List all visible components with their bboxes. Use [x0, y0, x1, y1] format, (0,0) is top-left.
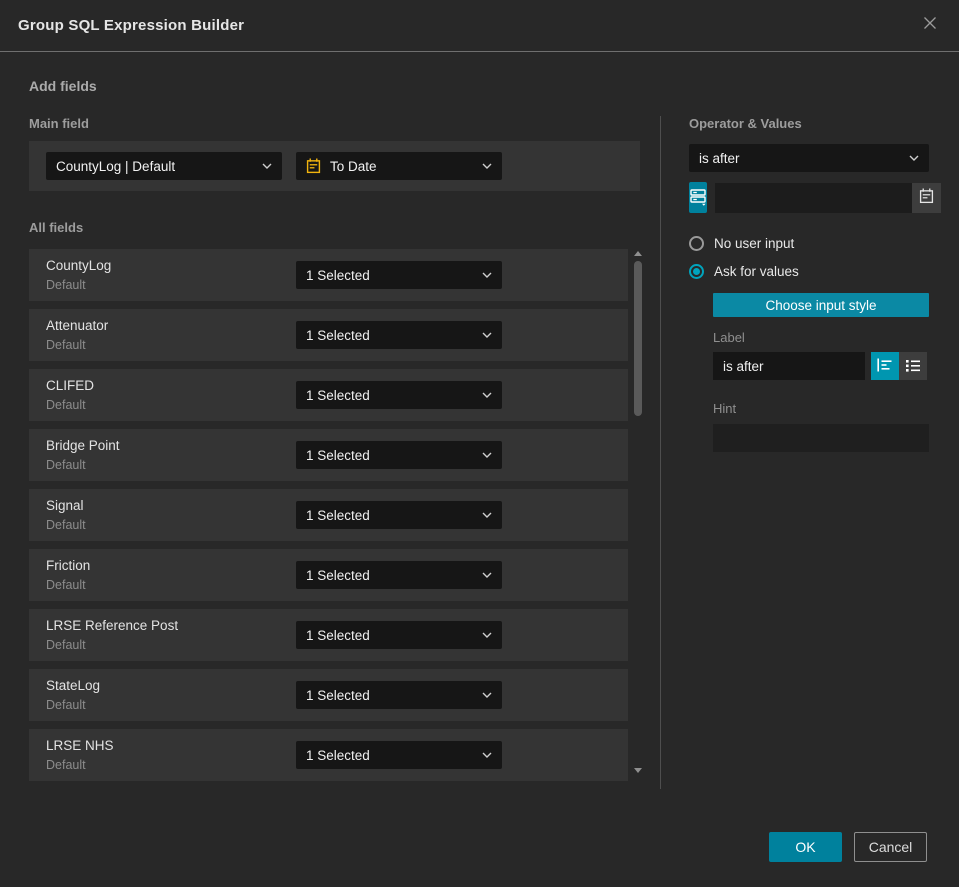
chevron-down-icon: [482, 163, 492, 169]
selected-count: 1 Selected: [306, 687, 370, 703]
field-selected-dropdown[interactable]: 1 Selected: [296, 381, 502, 409]
selected-count: 1 Selected: [306, 567, 370, 583]
input-style-toggle: [871, 352, 927, 380]
all-fields-label: All fields: [29, 220, 84, 235]
radio-no-user-input-label: No user input: [714, 236, 795, 251]
list-values-icon: [905, 358, 921, 375]
field-selected-dropdown[interactable]: 1 Selected: [296, 441, 502, 469]
main-field-label: Main field: [29, 116, 89, 131]
radio-ask-for-values-label: Ask for values: [714, 264, 799, 279]
set-values-icon: [689, 187, 707, 209]
field-row: Friction Default 1 Selected: [29, 549, 628, 601]
field-row: Attenuator Default 1 Selected: [29, 309, 628, 361]
scroll-down-arrow[interactable]: [634, 768, 642, 773]
scroll-up-arrow[interactable]: [634, 251, 642, 256]
radio-unselected-icon: [689, 236, 704, 251]
value-input[interactable]: [715, 182, 912, 213]
single-line-style-button[interactable]: [871, 352, 899, 380]
selected-count: 1 Selected: [306, 327, 370, 343]
ask-values-options: Choose input style Label is after Hint: [713, 292, 929, 452]
date-picker-button[interactable]: [912, 182, 941, 213]
field-row: LRSE Reference Post Default 1 Selected: [29, 609, 628, 661]
set-values-button[interactable]: [689, 182, 707, 213]
field-selected-dropdown[interactable]: 1 Selected: [296, 261, 502, 289]
list-scrollbar[interactable]: [632, 251, 644, 773]
pane-divider: [660, 116, 661, 789]
hint-input[interactable]: [713, 424, 929, 452]
operator-dropdown-value: is after: [699, 150, 740, 166]
selected-count: 1 Selected: [306, 627, 370, 643]
dialog-header: Group SQL Expression Builder: [0, 0, 959, 52]
chevron-down-icon: [482, 272, 492, 278]
chevron-down-icon: [482, 452, 492, 458]
chevron-down-icon: [482, 752, 492, 758]
scrollbar-thumb[interactable]: [634, 261, 642, 416]
main-field-dropdown-value: CountyLog | Default: [56, 158, 176, 174]
operator-values-heading: Operator & Values: [689, 116, 802, 131]
field-selected-dropdown[interactable]: 1 Selected: [296, 501, 502, 529]
field-selected-dropdown[interactable]: 1 Selected: [296, 561, 502, 589]
field-selected-dropdown[interactable]: 1 Selected: [296, 741, 502, 769]
operator-values-pane: Operator & Values is after No user input…: [689, 116, 941, 789]
radio-selected-icon: [689, 264, 704, 279]
field-selected-dropdown[interactable]: 1 Selected: [296, 681, 502, 709]
chevron-down-icon: [482, 332, 492, 338]
all-fields-list: CountyLog Default 1 Selected Attenuator …: [29, 249, 628, 781]
field-selected-dropdown[interactable]: 1 Selected: [296, 321, 502, 349]
label-input[interactable]: [713, 352, 865, 380]
chevron-down-icon: [482, 392, 492, 398]
chevron-down-icon: [262, 163, 272, 169]
date-field-dropdown[interactable]: To Date: [296, 152, 502, 180]
value-input-row: [689, 182, 941, 213]
close-icon: [922, 15, 938, 36]
selected-count: 1 Selected: [306, 267, 370, 283]
close-button[interactable]: [917, 13, 943, 39]
all-fields-list-wrap: CountyLog Default 1 Selected Attenuator …: [29, 249, 644, 781]
main-field-panel: CountyLog | Default To Date: [29, 141, 640, 191]
chevron-down-icon: [909, 155, 919, 161]
chevron-down-icon: [482, 692, 492, 698]
chevron-down-icon: [482, 572, 492, 578]
selected-count: 1 Selected: [306, 747, 370, 763]
input-mode-radios: No user input Ask for values Choose inpu…: [689, 236, 929, 452]
field-row: Signal Default 1 Selected: [29, 489, 628, 541]
selected-count: 1 Selected: [306, 387, 370, 403]
ok-button[interactable]: OK: [769, 832, 842, 862]
chevron-down-icon: [482, 512, 492, 518]
calendar-icon: [919, 188, 934, 207]
add-fields-heading: Add fields: [29, 78, 97, 94]
fields-pane: Main field CountyLog | Default To Date A…: [29, 116, 644, 789]
field-row: LRSE NHS Default 1 Selected: [29, 729, 628, 781]
radio-ask-for-values[interactable]: Ask for values: [689, 264, 929, 279]
selected-count: 1 Selected: [306, 507, 370, 523]
field-row: CountyLog Default 1 Selected: [29, 249, 628, 301]
label-field-label: Label: [713, 330, 745, 345]
operator-dropdown[interactable]: is after: [689, 144, 929, 172]
list-style-button[interactable]: [899, 352, 927, 380]
choose-input-style-button[interactable]: Choose input style: [713, 293, 929, 317]
cancel-button[interactable]: Cancel: [854, 832, 927, 862]
field-row: StateLog Default 1 Selected: [29, 669, 628, 721]
calendar-icon: [306, 158, 321, 174]
hint-field-label: Hint: [713, 401, 737, 416]
field-row: CLIFED Default 1 Selected: [29, 369, 628, 421]
main-field-dropdown[interactable]: CountyLog | Default: [46, 152, 282, 180]
dialog-footer: OK Cancel: [769, 832, 927, 862]
dialog-title: Group SQL Expression Builder: [18, 17, 245, 34]
dialog-body: Add fields Main field CountyLog | Defaul…: [0, 52, 959, 789]
selected-count: 1 Selected: [306, 447, 370, 463]
date-field-dropdown-value: To Date: [330, 158, 377, 174]
field-row: Bridge Point Default 1 Selected: [29, 429, 628, 481]
chevron-down-icon: [482, 632, 492, 638]
single-line-input-icon: [877, 358, 893, 375]
field-selected-dropdown[interactable]: 1 Selected: [296, 621, 502, 649]
label-input-row: [713, 352, 929, 380]
radio-no-user-input[interactable]: No user input: [689, 236, 929, 251]
